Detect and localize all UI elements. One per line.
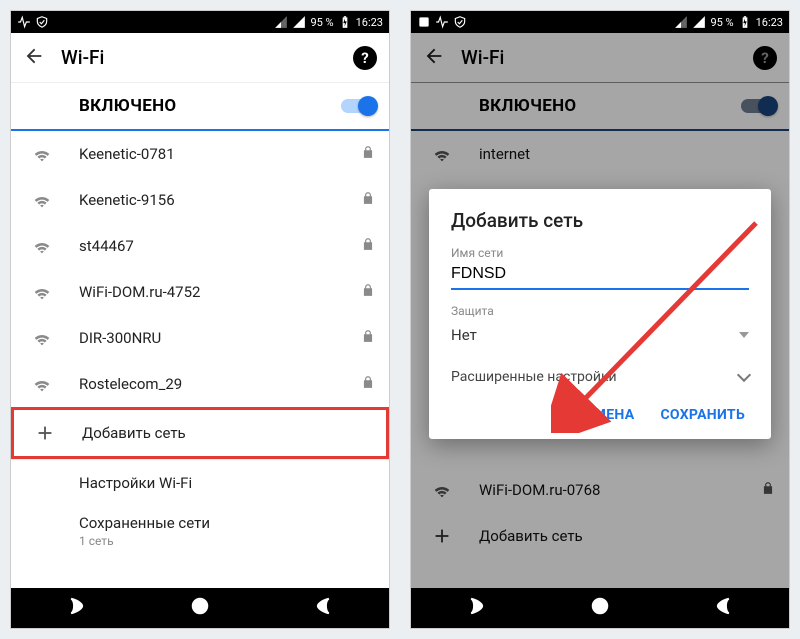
nav-recent-icon[interactable]: [315, 595, 337, 621]
network-ssid: st44467: [79, 237, 341, 255]
plus-icon: [28, 422, 62, 444]
signal1-icon: [274, 15, 288, 29]
clock-text: 16:23: [756, 16, 783, 29]
wifi-settings-label: Настройки Wi-Fi: [79, 474, 375, 492]
wifi-master-toggle-row: ВКЛЮЧЕНО: [11, 83, 389, 131]
network-ssid: DIR-300NRU: [79, 329, 341, 347]
shield-icon: [453, 15, 467, 29]
cancel-button[interactable]: ОТМЕНА: [575, 407, 634, 423]
battery-text: 95 %: [710, 16, 733, 29]
network-row[interactable]: st44467: [11, 223, 389, 269]
network-row[interactable]: Keenetic-0781: [11, 131, 389, 177]
nav-bar: [11, 588, 389, 628]
save-button[interactable]: СОХРАНИТЬ: [660, 407, 745, 423]
vitals-icon: [435, 15, 449, 29]
phone-right: 95 % 16:23 Wi-Fi ? ВКЛЮЧЕНО internet: [410, 10, 790, 629]
ssid-input[interactable]: [451, 262, 749, 290]
vitals-icon: [17, 15, 31, 29]
help-icon[interactable]: ?: [353, 46, 377, 70]
back-icon[interactable]: [23, 45, 45, 71]
dialog-actions: ОТМЕНА СОХРАНИТЬ: [451, 399, 749, 429]
nav-home-icon[interactable]: [189, 595, 211, 621]
lock-icon: [361, 237, 375, 255]
lock-icon: [361, 283, 375, 301]
security-select[interactable]: Нет: [451, 320, 749, 355]
network-row[interactable]: DIR-300NRU: [11, 315, 389, 361]
add-network-row[interactable]: Добавить сеть: [11, 407, 389, 459]
lock-icon: [361, 329, 375, 347]
wifi-icon: [25, 235, 59, 257]
saved-networks-label: Сохраненные сети: [79, 514, 375, 532]
page-title: Wi-Fi: [61, 46, 337, 69]
signal2-icon: [692, 15, 706, 29]
network-ssid: Keenetic-9156: [79, 191, 341, 209]
advanced-settings-label: Расширенные настройки: [451, 369, 617, 385]
wifi-icon: [25, 373, 59, 395]
app-bar: Wi-Fi ?: [11, 33, 389, 83]
network-ssid: WiFi-DOM.ru-4752: [79, 283, 341, 301]
wifi-icon: [25, 189, 59, 211]
wifi-icon: [25, 327, 59, 349]
notif-icon: [417, 15, 431, 29]
advanced-settings-row[interactable]: Расширенные настройки: [451, 355, 749, 399]
battery-text: 95 %: [310, 16, 333, 29]
network-row[interactable]: WiFi-DOM.ru-4752: [11, 269, 389, 315]
security-value: Нет: [451, 326, 477, 344]
ssid-field-label: Имя сети: [451, 246, 749, 260]
nav-bar: [411, 588, 789, 628]
lock-icon: [361, 191, 375, 209]
signal2-icon: [292, 15, 306, 29]
security-field-label: Защита: [451, 304, 749, 318]
status-bar: 95 % 16:23: [11, 11, 389, 33]
clock-text: 16:23: [356, 16, 383, 29]
phone-left: 95 % 16:23 Wi-Fi ? ВКЛЮЧЕНО Keenetic-078…: [10, 10, 390, 629]
wifi-toggle-label: ВКЛЮЧЕНО: [79, 96, 176, 116]
nav-recent-icon[interactable]: [715, 595, 737, 621]
network-row[interactable]: Rostelecom_29: [11, 361, 389, 407]
lock-icon: [361, 375, 375, 393]
wifi-icon: [25, 143, 59, 165]
status-bar: 95 % 16:23: [411, 11, 789, 33]
network-row[interactable]: Keenetic-9156: [11, 177, 389, 223]
network-ssid: Rostelecom_29: [79, 375, 341, 393]
wifi-settings-row[interactable]: Настройки Wi-Fi: [11, 460, 389, 506]
signal1-icon: [674, 15, 688, 29]
chevron-down-icon: [737, 368, 751, 382]
network-list: Keenetic-0781 Keenetic-9156 st44467 WiFi…: [11, 131, 389, 588]
shield-icon: [35, 15, 49, 29]
saved-networks-count: 1 сеть: [79, 534, 375, 548]
dialog-title: Добавить сеть: [451, 209, 749, 232]
nav-back-icon[interactable]: [63, 595, 85, 621]
lock-icon: [361, 145, 375, 163]
wifi-icon: [25, 281, 59, 303]
add-network-label: Добавить сеть: [82, 424, 372, 442]
nav-home-icon[interactable]: [589, 595, 611, 621]
nav-back-icon[interactable]: [463, 595, 485, 621]
saved-networks-row[interactable]: Сохраненные сети 1 сеть: [11, 506, 389, 562]
wifi-toggle-switch[interactable]: [341, 99, 375, 113]
battery-icon: [738, 15, 752, 29]
add-network-dialog: Добавить сеть Имя сети Защита Нет Расшир…: [429, 189, 771, 439]
battery-icon: [338, 15, 352, 29]
dropdown-icon: [739, 332, 749, 338]
network-ssid: Keenetic-0781: [79, 145, 341, 163]
